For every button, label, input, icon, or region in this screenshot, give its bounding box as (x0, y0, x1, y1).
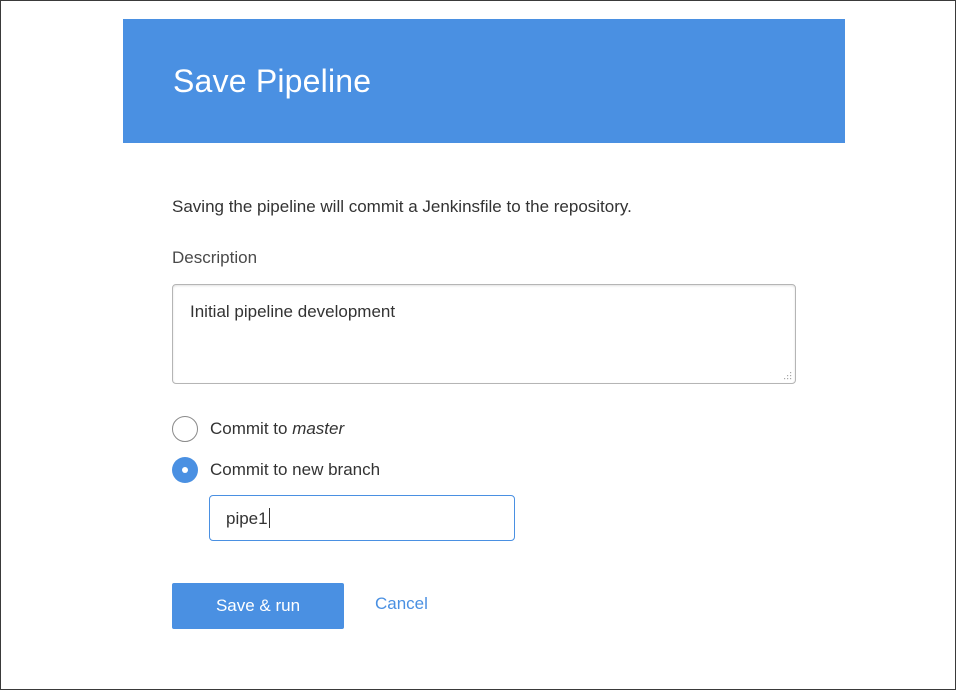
dialog-title: Save Pipeline (173, 63, 372, 99)
dialog-header: Save Pipeline (123, 19, 845, 143)
description-textarea[interactable]: Initial pipeline development (172, 284, 796, 384)
radio-unchecked-icon[interactable] (172, 416, 198, 442)
radio-label-master: Commit to master (210, 419, 344, 439)
branch-name-value: pipe1 (226, 508, 270, 529)
description-value: Initial pipeline development (190, 302, 396, 321)
radio-label-new-branch: Commit to new branch (210, 460, 381, 479)
cancel-link[interactable]: Cancel (375, 594, 428, 614)
branch-name-text: pipe1 (226, 509, 268, 528)
intro-text: Saving the pipeline will commit a Jenkin… (172, 197, 632, 216)
description-label: Description (172, 248, 258, 267)
save-and-run-button[interactable]: Save & run (172, 583, 344, 629)
radio-commit-to-new-branch[interactable]: Commit to new branch (172, 455, 380, 485)
radio-label-branch-name: master (292, 419, 345, 438)
save-pipeline-dialog: Save Pipeline Saving the pipeline will c… (123, 19, 845, 679)
radio-commit-to-master[interactable]: Commit to master (172, 414, 344, 444)
resize-grip-icon[interactable] (782, 370, 792, 380)
window-frame: Save Pipeline Saving the pipeline will c… (0, 0, 956, 690)
radio-label-prefix: Commit to (210, 419, 293, 438)
radio-checked-icon[interactable] (172, 457, 198, 483)
branch-name-input[interactable]: pipe1 (209, 495, 515, 541)
text-caret (268, 508, 270, 528)
